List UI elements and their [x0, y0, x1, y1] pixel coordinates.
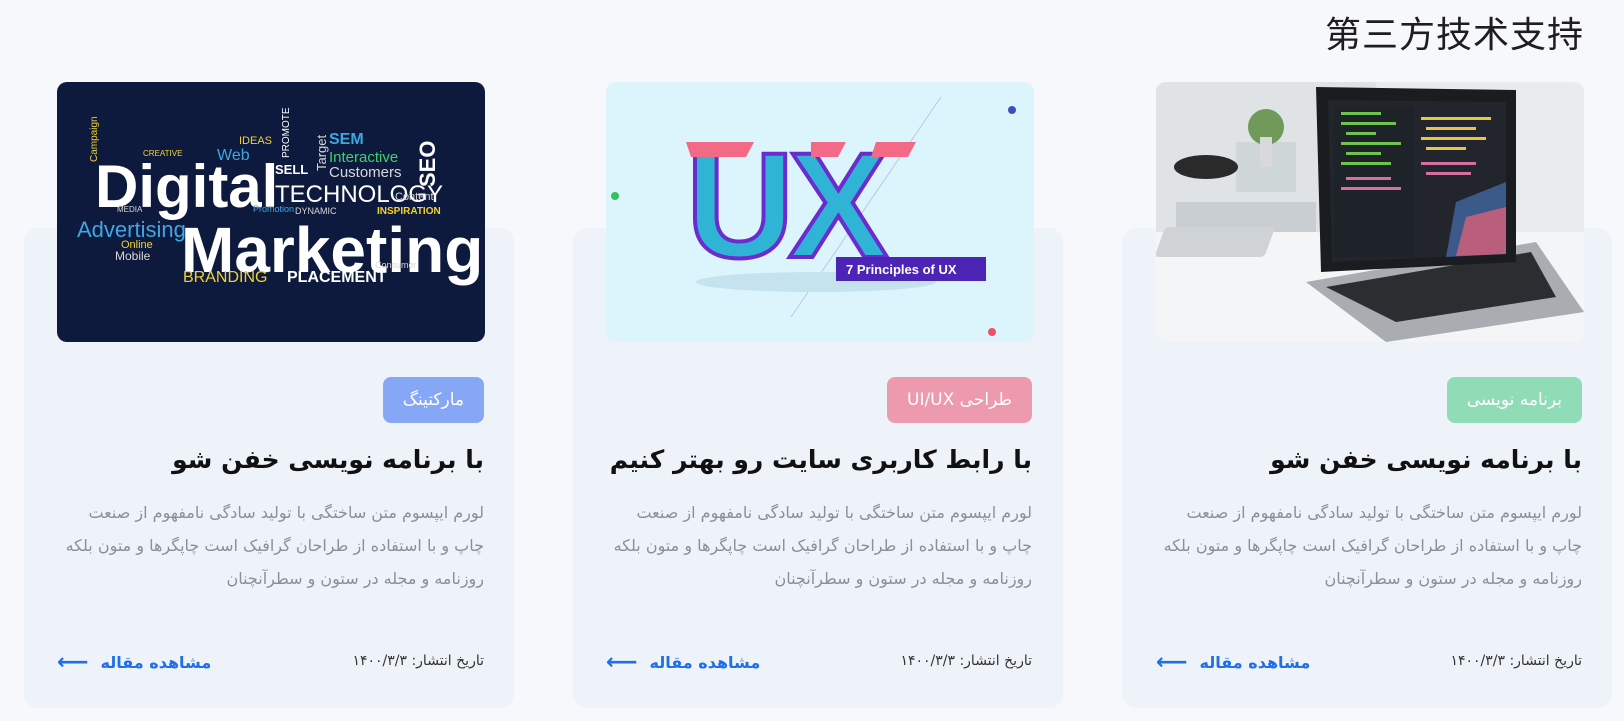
card-excerpt: لورم ایپسوم متن ساختگی با تولید سادگی نا…	[65, 503, 484, 588]
wordcloud-word: SEM	[329, 131, 364, 148]
view-article-label: مشاهده مقاله	[649, 653, 761, 672]
category-tag[interactable]: مارکتینگ	[382, 377, 484, 423]
card-image[interactable]: Digital Marketing TECHNOLOGY Advertising…	[57, 82, 485, 342]
ux-caption-text: 7 Principles of UX	[846, 262, 957, 277]
laptop-code-image	[1156, 82, 1584, 342]
digital-marketing-image: Digital Marketing TECHNOLOGY Advertising…	[57, 82, 485, 342]
wordcloud-word: PROMOTE	[281, 107, 292, 158]
arrow-left-icon: ⟵	[57, 650, 89, 675]
card-title[interactable]: با برنامه نویسی خفن شو	[1154, 445, 1582, 474]
wordcloud-word: DYNAMIC	[295, 206, 337, 216]
card-title[interactable]: با رابط کاربری سایت رو بهتر کنیم	[604, 445, 1032, 474]
wordcloud-word: CREATIVE	[143, 149, 182, 158]
wordcloud-word: BRANDING	[183, 269, 267, 286]
wordcloud-word: Target	[314, 134, 329, 171]
card-excerpt: لورم ایپسوم متن ساختگی با تولید سادگی نا…	[1163, 503, 1582, 588]
arrow-left-icon: ⟵	[1156, 650, 1188, 675]
wordcloud-word: Consumer	[375, 260, 417, 270]
wordcloud-word: Web	[217, 147, 250, 164]
wordcloud-word: MEDIA	[117, 205, 143, 214]
wordcloud-word: INSPIRATION	[377, 206, 441, 217]
view-article-link[interactable]: مشاهده مقاله ⟵	[606, 650, 760, 675]
card-excerpt: لورم ایپسوم متن ساختگی با تولید سادگی نا…	[613, 503, 1032, 588]
publish-date: تاریخ انتشار: ۱۴۰۰/۳/۳	[1450, 653, 1582, 669]
wordcloud-word: Content	[395, 191, 434, 203]
view-article-link[interactable]: مشاهده مقاله ⟵	[57, 650, 211, 675]
category-tag[interactable]: برنامه نویسی	[1446, 377, 1582, 423]
view-article-link[interactable]: مشاهده مقاله ⟵	[1156, 650, 1310, 675]
publish-date: تاریخ انتشار: ۱۴۰۰/۳/۳	[352, 653, 484, 669]
wordcloud-word: Mobile	[115, 249, 151, 263]
section-title: 第三方技术支持	[1324, 15, 1584, 56]
wordcloud-word: Campaign	[89, 116, 100, 162]
card-title[interactable]: با برنامه نویسی خفن شو	[56, 445, 484, 474]
publish-date: تاریخ انتشار: ۱۴۰۰/۳/۳	[900, 653, 1032, 669]
wordcloud-word: IDEAS	[239, 135, 272, 147]
wordcloud-word: SEO	[415, 141, 440, 187]
card-image[interactable]: UX 7 Principles of UX	[606, 82, 1034, 342]
view-article-label: مشاهده مقاله	[100, 653, 212, 672]
view-article-label: مشاهده مقاله	[1199, 653, 1311, 672]
wordcloud-word: Promotion	[253, 204, 294, 214]
wordcloud-word: SELL	[275, 162, 308, 177]
arrow-left-icon: ⟵	[606, 650, 638, 675]
ux-principles-image: UX 7 Principles of UX	[606, 82, 1034, 342]
card-image[interactable]	[1156, 82, 1584, 342]
wordcloud-word: PLACEMENT	[287, 269, 387, 286]
category-tag[interactable]: طراحی UI/UX	[887, 377, 1032, 423]
wordcloud-word: Customers	[329, 164, 402, 181]
